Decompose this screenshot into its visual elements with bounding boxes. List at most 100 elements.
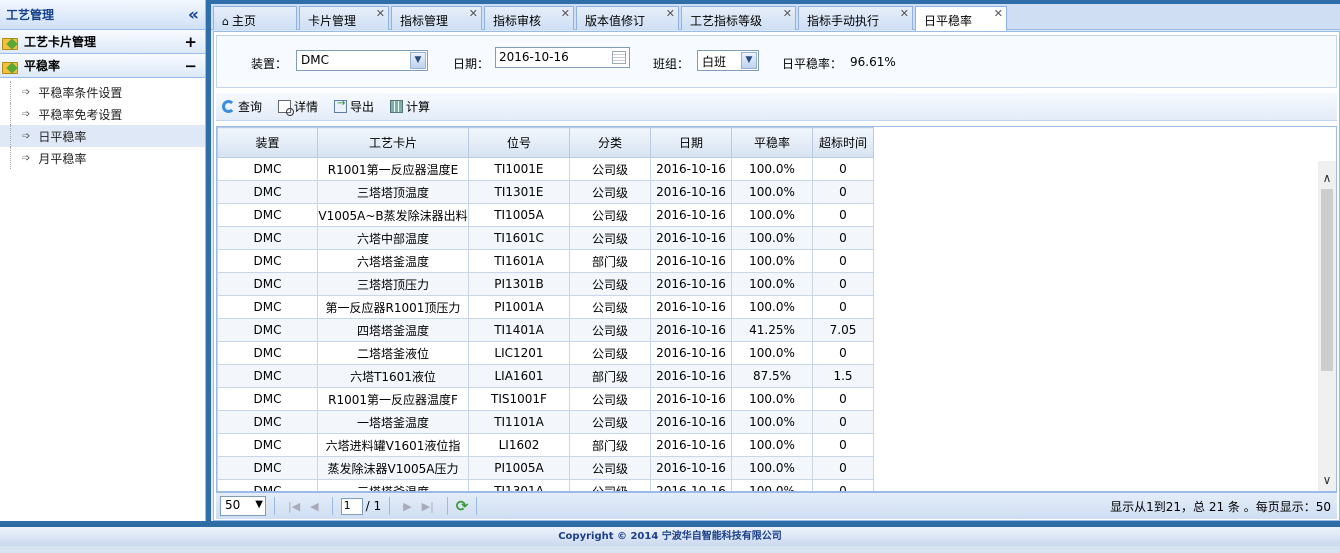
table-row[interactable]: DMC V1005A~B蒸发除沫器出料 TI1005A 公司级 2016-10-16 10… xyxy=(217,203,874,227)
page-size-select[interactable]: 50 ▼ xyxy=(220,496,266,516)
table-cell: 公司级 xyxy=(569,479,651,491)
tab-label: 主页 xyxy=(231,14,256,28)
close-icon[interactable]: ✕ xyxy=(783,7,792,20)
table-row[interactable]: DMC R1001第一反应器温度F TIS1001F 公司级 2016-10-16 100… xyxy=(217,387,874,411)
app-frame: 工艺管理 « 工艺卡片管理 + 平稳率 − ➩ 平稳率条件设置 ➩ 平稳率免考设… xyxy=(0,0,1340,523)
collapse-panel-icon[interactable]: « xyxy=(188,5,199,25)
vertical-scrollbar[interactable]: ∧ ∨ xyxy=(1318,161,1336,491)
close-icon[interactable]: ✕ xyxy=(469,7,478,20)
first-page-icon[interactable]: |◀ xyxy=(288,500,300,513)
table-row[interactable]: DMC 三塔塔顶压力 PI1301B 公司级 2016-10-16 100.0% 0 xyxy=(217,272,874,296)
nav-item-label: 月平稳率 xyxy=(38,151,87,166)
tab-indicator-level[interactable]: 工艺指标等级 ✕ xyxy=(681,6,796,30)
section-card-management[interactable]: 工艺卡片管理 + xyxy=(0,30,205,54)
table-cell: 2016-10-16 xyxy=(650,433,732,457)
table-row[interactable]: DMC 蒸发除沫器V1005A压力 PI1005A 公司级 2016-10-16 100.… xyxy=(217,456,874,480)
page-size-value: 50 xyxy=(225,498,241,512)
collapse-icon[interactable]: − xyxy=(184,57,197,75)
table-row[interactable]: DMC 四塔塔釜温度 TI1401A 公司级 2016-10-16 41.25% 7.05 xyxy=(217,318,874,342)
table-cell: 100.0% xyxy=(731,341,813,365)
chevron-down-icon[interactable]: ∨ xyxy=(1318,471,1336,489)
chevron-down-icon[interactable]: ▼ xyxy=(410,52,426,69)
table-cell: 100.0% xyxy=(731,249,813,273)
close-icon[interactable]: ✕ xyxy=(561,7,570,20)
table-cell: TI1301A xyxy=(468,479,570,491)
tab-indicator-review[interactable]: 指标审核 ✕ xyxy=(484,6,574,30)
table-cell: 100.0% xyxy=(731,295,813,319)
table-cell: 2016-10-16 xyxy=(650,295,732,319)
col-header-overtime[interactable]: 超标时间 xyxy=(812,127,874,158)
nav-item-rate-conditions[interactable]: ➩ 平稳率条件设置 xyxy=(0,81,205,103)
tab-daily-rate[interactable]: 日平稳率 ✕ xyxy=(915,6,1007,31)
tab-version-revision[interactable]: 版本值修订 ✕ xyxy=(576,6,679,30)
device-select[interactable]: DMC ▼ xyxy=(296,50,428,71)
arrow-right-icon: ➩ xyxy=(22,130,31,142)
col-header-device[interactable]: 装置 xyxy=(217,127,318,158)
col-header-rate[interactable]: 平稳率 xyxy=(731,127,813,158)
export-label: 导出 xyxy=(350,100,375,114)
calculate-button[interactable]: 计算 xyxy=(390,98,430,115)
table-cell: 公司级 xyxy=(569,295,651,319)
query-button[interactable]: 查询 xyxy=(222,98,262,115)
tab-home[interactable]: ⌂ 主页 xyxy=(213,6,297,30)
close-icon[interactable]: ✕ xyxy=(900,7,909,20)
chevron-down-icon[interactable]: ▼ xyxy=(255,499,263,510)
table-cell: R1001第一反应器温度E xyxy=(317,157,469,181)
table-cell: 四塔塔釜温度 xyxy=(317,318,469,342)
nav-item-rate-exemptions[interactable]: ➩ 平稳率免考设置 xyxy=(0,103,205,125)
table-cell: R1001第一反应器温度F xyxy=(317,387,469,411)
table-row[interactable]: DMC 三塔塔釜温度 TI1301A 公司级 2016-10-16 100.0% 0 xyxy=(217,479,874,491)
tab-indicator-management[interactable]: 指标管理 ✕ xyxy=(391,6,482,30)
table-cell: 2016-10-16 xyxy=(650,249,732,273)
tab-label: 指标审核 xyxy=(493,14,542,28)
col-header-card[interactable]: 工艺卡片 xyxy=(317,127,469,158)
separator xyxy=(446,497,448,515)
table-row[interactable]: DMC 第一反应器R1001顶压力 PI1001A 公司级 2016-10-16 100.… xyxy=(217,295,874,319)
left-nav-header: 工艺管理 « xyxy=(0,0,205,30)
table-row[interactable]: DMC 一塔塔釜温度 TI1101A 公司级 2016-10-16 100.0% 0 xyxy=(217,410,874,434)
table-row[interactable]: DMC 三塔塔顶温度 TI1301E 公司级 2016-10-16 100.0% 0 xyxy=(217,180,874,204)
table-cell: DMC xyxy=(217,272,318,296)
tab-card-management[interactable]: 卡片管理 ✕ xyxy=(299,6,389,30)
close-icon[interactable]: ✕ xyxy=(666,7,675,20)
calendar-icon[interactable] xyxy=(612,51,626,64)
close-icon[interactable]: ✕ xyxy=(376,7,385,20)
date-input[interactable]: 2016-10-16 xyxy=(495,47,630,68)
last-page-icon[interactable]: ▶| xyxy=(422,500,434,513)
close-icon[interactable]: ✕ xyxy=(994,7,1003,20)
export-button[interactable]: 导出 xyxy=(334,98,374,115)
tab-manual-execution[interactable]: 指标手动执行 ✕ xyxy=(798,6,913,30)
prev-page-icon[interactable]: ◀ xyxy=(310,500,318,513)
chevron-up-icon[interactable]: ∧ xyxy=(1318,169,1336,187)
col-header-category[interactable]: 分类 xyxy=(569,127,651,158)
table-cell: PI1005A xyxy=(468,456,570,480)
detail-button[interactable]: 详情 xyxy=(278,98,318,116)
shift-select[interactable]: 白班 ▼ xyxy=(697,50,759,71)
scrollbar-thumb[interactable] xyxy=(1321,189,1333,371)
section-stability-rate[interactable]: 平稳率 − xyxy=(0,54,205,78)
next-page-icon[interactable]: ▶ xyxy=(403,500,411,513)
col-header-date[interactable]: 日期 xyxy=(650,127,732,158)
arrow-right-icon: ➩ xyxy=(22,108,31,120)
table-cell: LI1602 xyxy=(468,433,570,457)
tab-label: 日平稳率 xyxy=(924,14,973,28)
table-cell: 六塔T1601液位 xyxy=(317,364,469,388)
nav-item-monthly-rate[interactable]: ➩ 月平稳率 xyxy=(0,147,205,169)
table-cell: DMC xyxy=(217,295,318,319)
expand-icon[interactable]: + xyxy=(184,33,197,51)
page-number-input[interactable]: 1 xyxy=(340,497,363,515)
table-row[interactable]: DMC 六塔中部温度 TI1601C 公司级 2016-10-16 100.0% 0 xyxy=(217,226,874,250)
nav-item-daily-rate[interactable]: ➩ 日平稳率 xyxy=(0,125,205,147)
table-row[interactable]: DMC 六塔塔釜温度 TI1601A 部门级 2016-10-16 100.0% 0 xyxy=(217,249,874,273)
table-cell: 100.0% xyxy=(731,272,813,296)
chevron-down-icon[interactable]: ▼ xyxy=(741,52,757,69)
table-row[interactable]: DMC R1001第一反应器温度E TI1001E 公司级 2016-10-16 100.… xyxy=(217,157,874,181)
table-row[interactable]: DMC 六塔进料罐V1601液位指 LI1602 部门级 2016-10-16 100.0… xyxy=(217,433,874,457)
table-cell: TI1601C xyxy=(468,226,570,250)
table-row[interactable]: DMC 六塔T1601液位 LIA1601 部门级 2016-10-16 87.5% 1.5 xyxy=(217,364,874,388)
table-cell: TI1005A xyxy=(468,203,570,227)
table-row[interactable]: DMC 二塔塔釜液位 LIC1201 公司级 2016-10-16 100.0% 0 xyxy=(217,341,874,365)
refresh-icon[interactable]: ⟳ xyxy=(456,497,469,515)
col-header-tag[interactable]: 位号 xyxy=(468,127,570,158)
query-label: 查询 xyxy=(238,100,263,114)
